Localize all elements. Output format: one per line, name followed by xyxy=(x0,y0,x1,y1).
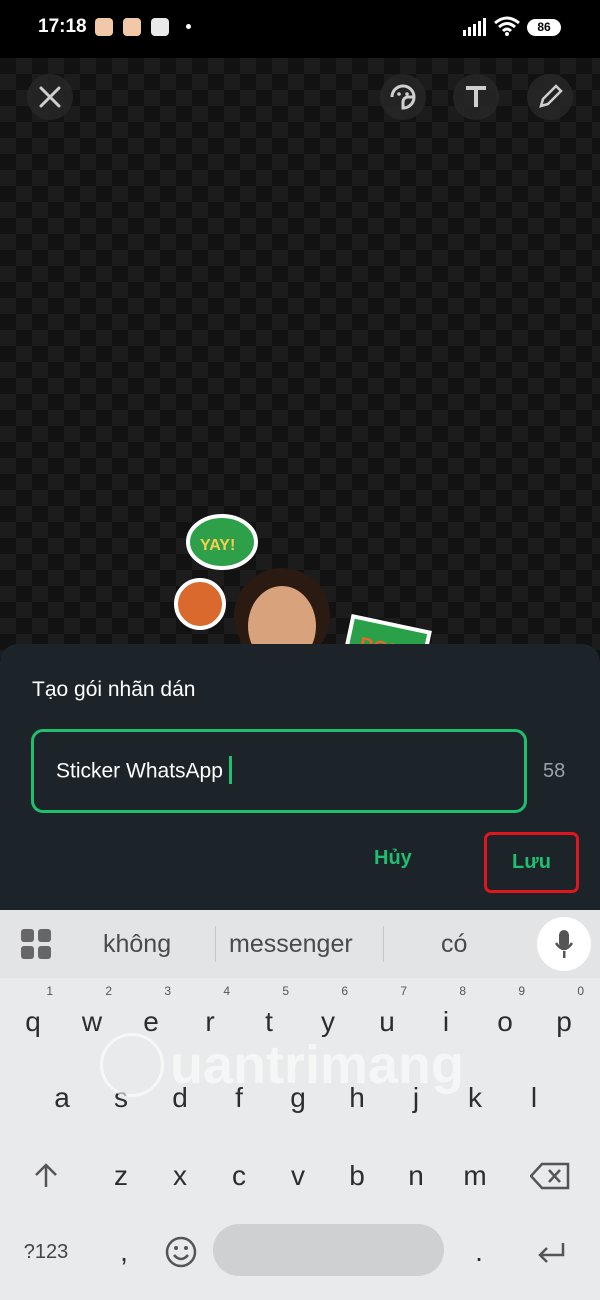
key-hint: 6 xyxy=(341,984,348,998)
sticker-image: YAY! POP xyxy=(174,514,432,666)
emoji-key[interactable] xyxy=(151,1222,211,1282)
key-b[interactable]: b xyxy=(327,1146,387,1206)
suggestion-divider xyxy=(215,926,216,962)
dialog-title: Tạo gói nhãn dán xyxy=(32,678,196,701)
key-label: n xyxy=(408,1160,424,1191)
key-label: . xyxy=(475,1236,483,1267)
close-icon xyxy=(39,86,61,108)
cancel-button[interactable]: Hủy xyxy=(374,847,412,870)
sticker-canvas: YAY! POP xyxy=(0,58,600,666)
text-caret xyxy=(228,756,232,784)
notification-icon xyxy=(95,18,113,36)
microphone-icon xyxy=(554,930,574,958)
pack-name-input[interactable]: Sticker WhatsApp xyxy=(31,729,527,813)
key-hint: 9 xyxy=(518,984,525,998)
backspace-key[interactable] xyxy=(520,1146,580,1206)
add-sticker-button[interactable] xyxy=(380,74,426,120)
save-button[interactable]: Lưu xyxy=(484,832,579,893)
wifi-icon xyxy=(494,16,520,36)
watermark-text: uantrimang xyxy=(170,1035,465,1095)
voice-input-button[interactable] xyxy=(537,917,591,971)
key-hint: 3 xyxy=(164,984,171,998)
close-button[interactable] xyxy=(27,74,73,120)
key-v[interactable]: v xyxy=(268,1146,328,1206)
key-hint: 1 xyxy=(46,984,53,998)
key-hint: 8 xyxy=(459,984,466,998)
key-hint: 2 xyxy=(105,984,112,998)
suggestion-item[interactable]: không xyxy=(103,930,171,959)
pencil-icon xyxy=(539,84,563,108)
svg-text:YAY!: YAY! xyxy=(200,537,235,554)
enter-icon xyxy=(538,1243,565,1263)
key-label: v xyxy=(291,1160,305,1191)
apps-grid-icon[interactable] xyxy=(20,928,52,960)
shift-arrow-icon xyxy=(35,1163,57,1187)
key-label: l xyxy=(530,1082,538,1113)
watermark-logo-icon xyxy=(100,1033,164,1097)
key-hint: 5 xyxy=(282,984,289,998)
status-bar: 17:18 86 xyxy=(0,0,600,58)
enter-key[interactable] xyxy=(521,1222,581,1282)
notification-icon xyxy=(123,18,141,36)
signal-icon xyxy=(463,18,486,36)
sticker-icon xyxy=(390,84,416,110)
watermark: uantrimang xyxy=(100,1020,500,1110)
battery-indicator: 86 xyxy=(527,19,561,36)
key-c[interactable]: c xyxy=(209,1146,269,1206)
key-n[interactable]: n xyxy=(386,1146,446,1206)
key-label: , xyxy=(120,1236,128,1267)
shift-key[interactable] xyxy=(16,1146,76,1206)
key-x[interactable]: x xyxy=(150,1146,210,1206)
key-a[interactable]: a xyxy=(32,1068,92,1128)
char-counter: 58 xyxy=(543,760,566,782)
key-label: c xyxy=(232,1160,246,1191)
notification-icon xyxy=(151,18,169,36)
pack-name-value: Sticker WhatsApp xyxy=(56,759,223,783)
key-p[interactable]: p0 xyxy=(534,984,594,1052)
suggestion-item[interactable]: có xyxy=(441,930,467,959)
suggestion-item[interactable]: messenger xyxy=(229,930,353,959)
key-label: m xyxy=(463,1160,487,1191)
key-label: q xyxy=(25,1006,41,1037)
more-notifications-dot xyxy=(186,24,191,29)
status-time: 17:18 xyxy=(38,16,87,37)
key-label: z xyxy=(114,1160,128,1191)
key-z[interactable]: z xyxy=(91,1146,151,1206)
draw-button[interactable] xyxy=(527,74,573,120)
key-label: p xyxy=(556,1006,572,1037)
create-sticker-pack-dialog: Tạo gói nhãn dán Sticker WhatsApp 58 Hủy… xyxy=(0,644,600,910)
suggestion-bar: không messenger có xyxy=(0,910,600,978)
key-hint: 7 xyxy=(400,984,407,998)
backspace-icon xyxy=(530,1162,570,1190)
key-m[interactable]: m xyxy=(445,1146,505,1206)
key-label: ?123 xyxy=(23,1240,69,1263)
on-screen-keyboard: không messenger có q1 w2 e3 r4 t5 y6 u7 … xyxy=(0,910,600,1300)
save-button-label: Lưu xyxy=(512,851,551,873)
add-text-button[interactable] xyxy=(453,74,499,120)
key-label: x xyxy=(173,1160,187,1191)
suggestion-divider xyxy=(383,926,384,962)
period-key[interactable]: . xyxy=(449,1222,509,1282)
symbols-key[interactable]: ?123 xyxy=(16,1222,76,1282)
space-bar[interactable] xyxy=(213,1224,444,1276)
key-l[interactable]: l xyxy=(504,1068,564,1128)
key-q[interactable]: q1 xyxy=(3,984,63,1052)
emoji-icon xyxy=(165,1236,197,1268)
key-label: b xyxy=(349,1160,365,1191)
text-icon xyxy=(466,86,486,107)
key-hint: 4 xyxy=(223,984,230,998)
comma-key[interactable]: , xyxy=(94,1222,154,1282)
pack-name-field[interactable]: Sticker WhatsApp xyxy=(56,756,232,786)
key-label: a xyxy=(54,1082,70,1113)
key-hint: 0 xyxy=(577,984,584,998)
